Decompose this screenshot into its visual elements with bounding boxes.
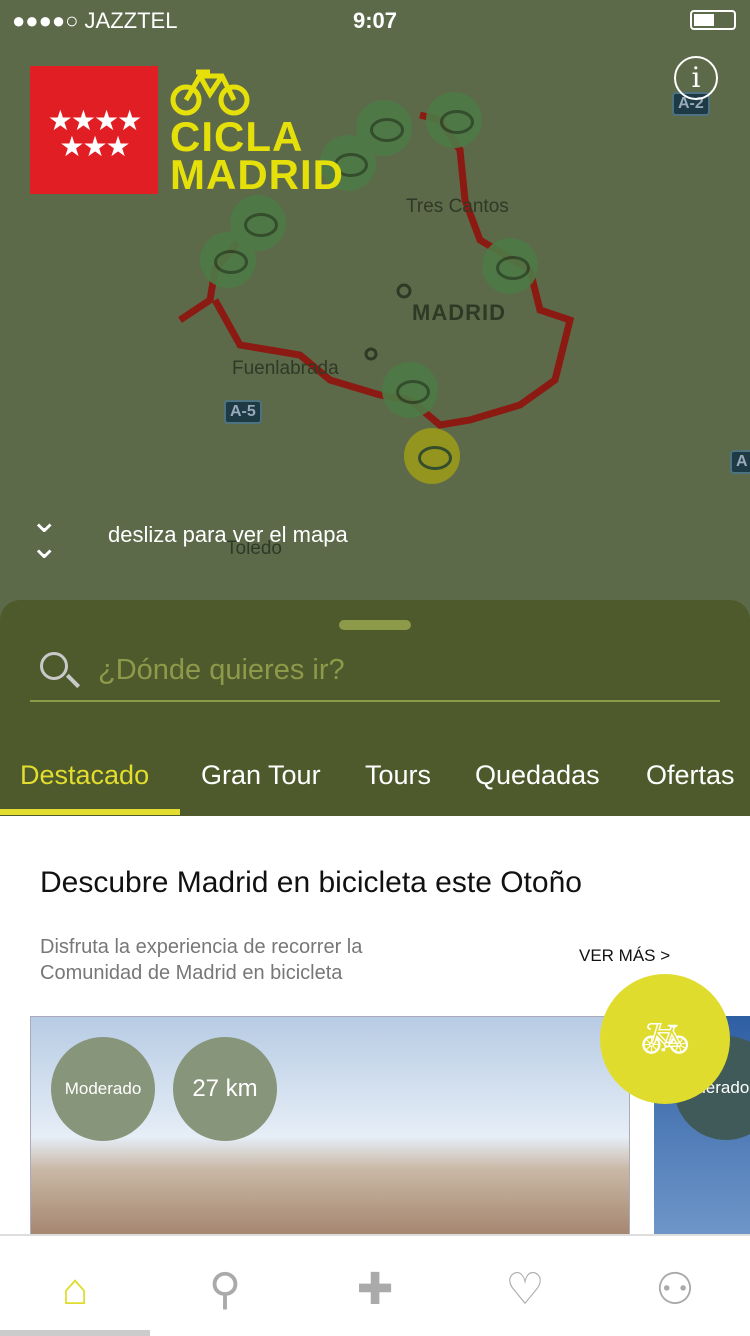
tab-gran-tour[interactable]: Gran Tour bbox=[201, 760, 321, 791]
map-pin-viewpoint[interactable] bbox=[200, 232, 256, 288]
clock: 9:07 bbox=[352, 8, 398, 33]
section-description: Disfruta la experiencia de recorrer la C… bbox=[40, 936, 363, 984]
bicycle-icon bbox=[170, 69, 250, 116]
map-pin-viewpoint[interactable] bbox=[426, 92, 482, 148]
heart-icon[interactable]: ♡ bbox=[495, 1260, 555, 1320]
plus-icon[interactable]: ✚ bbox=[345, 1260, 405, 1320]
search-bar bbox=[30, 644, 720, 702]
road-sign: A bbox=[730, 450, 750, 474]
bicycle-icon: 🚲︎ bbox=[639, 1017, 691, 1061]
tab-quedadas[interactable]: Quedadas bbox=[475, 760, 600, 791]
active-tab-indicator bbox=[0, 809, 180, 815]
drag-handle[interactable] bbox=[339, 620, 411, 630]
user-icon[interactable]: ⚇ bbox=[645, 1260, 705, 1320]
category-tabs: Destacado Gran Tour Tours Quedadas Ofert… bbox=[0, 750, 750, 816]
search-icon[interactable]: ⚲ bbox=[195, 1260, 255, 1320]
home-icon[interactable]: ⌂ bbox=[45, 1260, 105, 1320]
map-pin-viewpoint[interactable] bbox=[382, 362, 438, 418]
map-pin-viewpoint[interactable] bbox=[482, 238, 538, 294]
madrid-flag-logo: ★★★★ ★★★ bbox=[30, 66, 158, 194]
section-title: Descubre Madrid en bicicleta este Otoño bbox=[40, 866, 582, 899]
tab-tours[interactable]: Tours bbox=[365, 760, 431, 791]
distance-badge: 27 km bbox=[173, 1037, 277, 1141]
bottom-sheet: Destacado Gran Tour Tours Quedadas Ofert… bbox=[0, 600, 750, 816]
battery-icon bbox=[690, 10, 736, 30]
search-icon bbox=[40, 652, 68, 680]
status-bar: ●●●●○ JAZZTEL 9:07 bbox=[0, 0, 750, 40]
bike-routes-button[interactable]: 🚲︎ bbox=[600, 974, 730, 1104]
map-label: MADRID bbox=[412, 300, 506, 325]
tab-destacado[interactable]: Destacado bbox=[20, 760, 149, 791]
app-logo-text: CICLA MADRID bbox=[170, 113, 344, 198]
map-pin-monument[interactable] bbox=[404, 428, 460, 484]
double-chevron-down-icon: ⌄ ⌄ bbox=[30, 502, 59, 566]
search-input[interactable] bbox=[98, 650, 698, 690]
info-button[interactable]: i bbox=[674, 56, 718, 100]
road-sign: A-5 bbox=[224, 400, 262, 424]
see-more-link[interactable]: VER MÁS > bbox=[579, 946, 670, 966]
tab-ofertas[interactable]: Ofertas bbox=[646, 760, 735, 791]
map-label: Tres Cantos bbox=[406, 196, 509, 217]
map-label: Fuenlabrada bbox=[232, 358, 339, 379]
active-tab-indicator bbox=[0, 1330, 150, 1336]
tab-bar: ⌂ ⚲ ✚ ♡ ⚇ bbox=[0, 1234, 750, 1336]
route-card[interactable]: Moderado 27 km bbox=[30, 1016, 630, 1236]
difficulty-badge: Moderado bbox=[51, 1037, 155, 1141]
